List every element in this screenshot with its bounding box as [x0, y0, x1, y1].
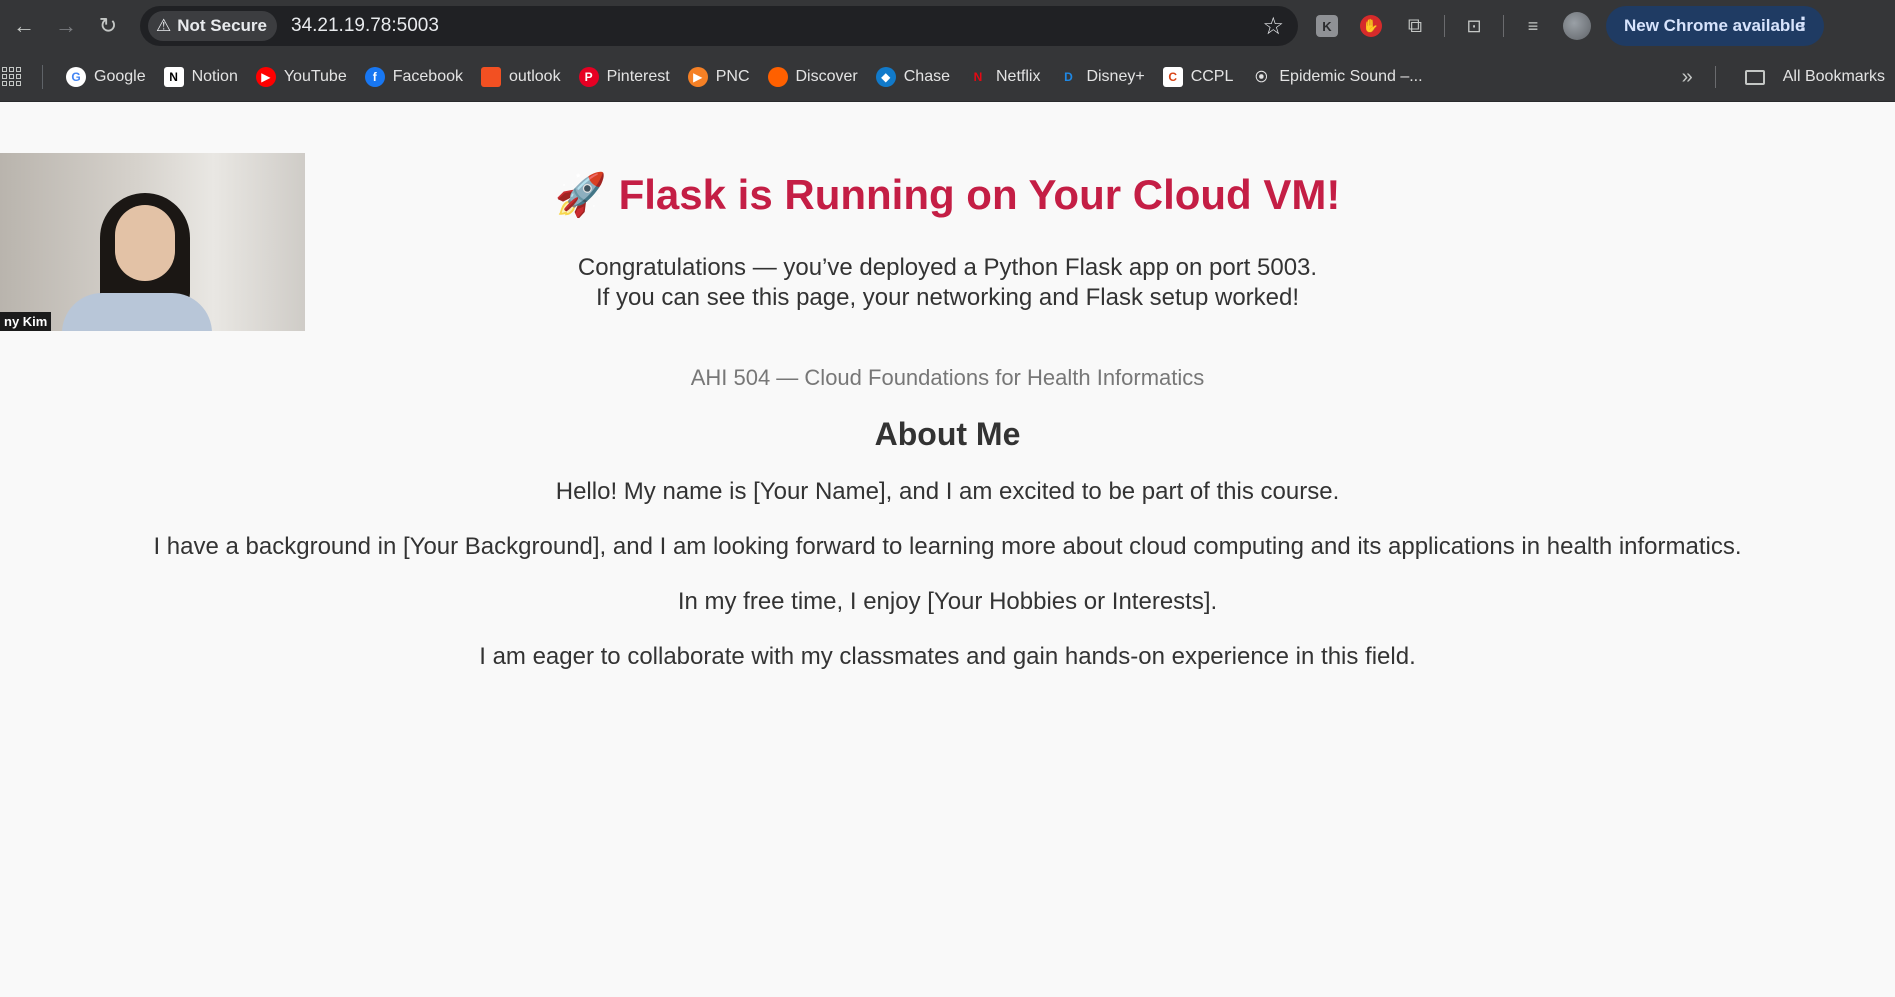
apps-grid-icon[interactable]: [2, 66, 22, 87]
intro-text: Congratulations — you’ve deployed a Pyth…: [0, 253, 1895, 313]
bookmark-label: YouTube: [283, 67, 347, 85]
puzzle-icon: ⧉: [1407, 14, 1423, 37]
page-title-text: Flask is Running on Your Cloud VM!: [618, 171, 1341, 218]
address-bar[interactable]: ⚠ Not Secure 34.21.19.78:5003 ☆: [140, 6, 1298, 46]
discover-icon: [767, 66, 788, 87]
update-label: New Chrome available: [1624, 16, 1805, 35]
hand-extension-button[interactable]: ✋: [1356, 11, 1386, 41]
queue-music-icon: ≡: [1527, 15, 1539, 36]
page-title: 🚀 Flask is Running on Your Cloud VM!: [0, 171, 1895, 220]
about-paragraph-2: I have a background in [Your Background]…: [153, 533, 1742, 560]
notion-icon: N: [163, 66, 184, 87]
bookmark-label: Chase: [903, 67, 950, 85]
folder-icon: [1744, 69, 1765, 85]
google-icon: G: [66, 66, 86, 87]
bookmark-facebook[interactable]: f Facebook: [356, 60, 472, 94]
webcam-name-label: ny Kim: [0, 312, 52, 331]
bookmark-google[interactable]: G Google: [57, 60, 155, 94]
about-paragraph-4: I am eager to collaborate with my classm…: [479, 643, 1416, 670]
about-heading: About Me: [874, 416, 1021, 452]
bookmark-label: Facebook: [392, 67, 463, 85]
toolbar-divider: [1503, 15, 1504, 37]
netflix-icon: N: [967, 66, 988, 87]
youtube-icon: ▶: [255, 66, 276, 87]
profile-button[interactable]: [1562, 11, 1592, 41]
bookmark-label: Discover: [795, 67, 858, 85]
media-controls-button[interactable]: ≡: [1518, 11, 1548, 41]
bookmark-label: CCPL: [1190, 67, 1234, 85]
reload-button[interactable]: ↻: [90, 8, 126, 44]
bookmark-label: Google: [94, 67, 146, 85]
intro-line-1: Congratulations — you’ve deployed a Pyth…: [577, 254, 1318, 281]
all-bookmarks-button[interactable]: All Bookmarks: [1736, 60, 1895, 94]
k-extension-icon: K: [1316, 15, 1338, 37]
bookmark-star-icon[interactable]: ☆: [1262, 12, 1284, 41]
bookmark-label: PNC: [715, 67, 750, 85]
tab-search-icon: ⊡: [1466, 15, 1482, 36]
hand-extension-icon: ✋: [1360, 15, 1382, 37]
chase-icon: ◆: [875, 66, 896, 87]
forward-button[interactable]: →: [48, 8, 84, 44]
rocket-icon: 🚀: [554, 171, 607, 218]
intro-line-2: If you can see this page, your networkin…: [595, 284, 1300, 311]
bookmark-pnc[interactable]: ▶ PNC: [679, 60, 759, 94]
disney-icon: D: [1058, 66, 1079, 87]
arrow-right-icon: →: [55, 13, 77, 38]
toolbar-divider: [1444, 15, 1445, 37]
bookmark-netflix[interactable]: N Netflix: [959, 60, 1049, 94]
bookmark-chase[interactable]: ◆ Chase: [867, 60, 959, 94]
search-tabs-button[interactable]: ⊡: [1459, 11, 1489, 41]
facebook-icon: f: [364, 66, 385, 87]
pinterest-icon: P: [578, 66, 599, 87]
warning-icon: ⚠: [156, 16, 172, 35]
bookmark-notion[interactable]: N Notion: [155, 60, 247, 94]
reload-icon: ↻: [98, 13, 118, 38]
bookmark-list: G Google N Notion ▶ YouTube f Facebook outlook P P…: [57, 60, 1432, 94]
bookmark-disney[interactable]: D Disney+: [1049, 60, 1153, 94]
bookmarks-divider: [42, 64, 43, 89]
bookmark-outlook[interactable]: outlook: [472, 60, 570, 94]
bookmark-label: Netflix: [995, 67, 1041, 85]
bookmark-label: Disney+: [1086, 67, 1145, 85]
microsoft-icon: [480, 66, 501, 87]
bookmarks-bar: G Google N Notion ▶ YouTube f Facebook outlook P P…: [0, 52, 1895, 102]
course-name: AHI 504 — Cloud Foundations for Health I…: [690, 365, 1205, 390]
arrow-left-icon: ←: [13, 13, 35, 38]
chevron-double-right-icon[interactable]: »: [1682, 66, 1693, 89]
browser-toolbar: ← → ↻ ⚠ Not Secure 34.21.19.78:5003 ☆ K …: [0, 0, 1895, 52]
about-paragraph-3: In my free time, I enjoy [Your Hobbies o…: [677, 588, 1218, 615]
update-chrome-button[interactable]: New Chrome available ⋮: [1606, 6, 1824, 46]
bookmarks-right: » All Bookmarks: [1682, 52, 1895, 102]
web-page: ny Kim 🚀 Flask is Running on Your Cloud …: [0, 103, 1895, 997]
bookmark-discover[interactable]: Discover: [759, 60, 867, 94]
bookmark-youtube[interactable]: ▶ YouTube: [247, 60, 356, 94]
bookmark-ccpl[interactable]: C CCPL: [1154, 60, 1243, 94]
url-text[interactable]: 34.21.19.78:5003: [291, 15, 439, 37]
kebab-menu-icon[interactable]: ⋮: [1794, 14, 1812, 35]
extensions-area: K ✋ ⧉ ⊡ ≡: [1312, 11, 1592, 41]
about-paragraph-1: Hello! My name is [Your Name], and I am …: [555, 478, 1340, 505]
all-bookmarks-label: All Bookmarks: [1782, 68, 1885, 85]
bookmark-epidemic-sound[interactable]: ⦿ Epidemic Sound –...: [1242, 60, 1431, 94]
ccpl-icon: C: [1162, 66, 1183, 87]
security-label: Not Secure: [177, 16, 267, 35]
bookmark-label: Epidemic Sound –...: [1279, 67, 1423, 85]
back-button[interactable]: ←: [6, 8, 42, 44]
pnc-icon: ▶: [687, 66, 708, 87]
bookmarks-divider: [1714, 66, 1716, 88]
bookmark-label: Pinterest: [606, 67, 670, 85]
bookmark-label: outlook: [508, 67, 561, 85]
epidemic-sound-icon: ⦿: [1251, 66, 1272, 87]
avatar: [1563, 12, 1591, 40]
extensions-menu-button[interactable]: ⧉: [1400, 11, 1430, 41]
k-extension-button[interactable]: K: [1312, 11, 1342, 41]
bookmark-label: Notion: [191, 67, 238, 85]
bookmark-pinterest[interactable]: P Pinterest: [570, 60, 679, 94]
security-indicator[interactable]: ⚠ Not Secure: [148, 11, 277, 41]
